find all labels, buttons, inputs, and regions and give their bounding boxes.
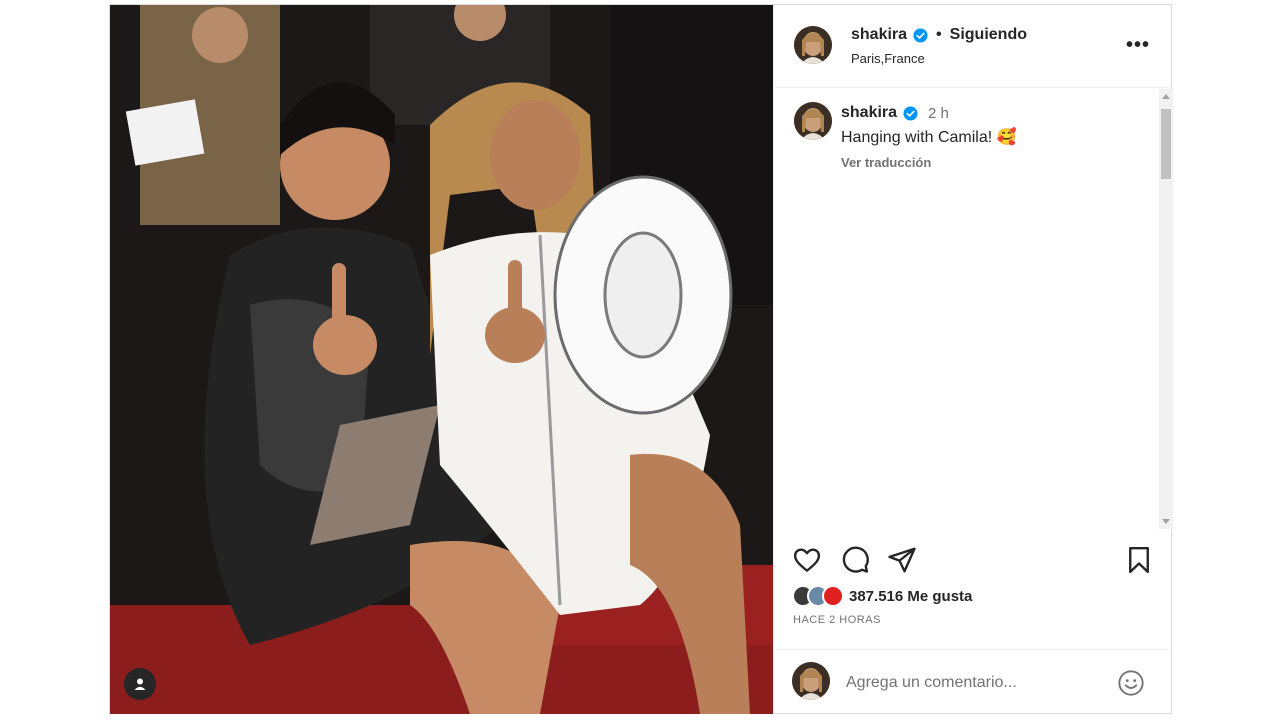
verified-badge-icon [903,105,918,121]
caption-username-link[interactable]: shakira [841,104,897,122]
action-bar [774,545,1173,581]
liker-avatar[interactable] [822,585,844,607]
add-comment-bar [774,649,1173,714]
post-side-panel: shakira • Siguiendo Paris,France ••• sha… [773,5,1173,714]
post-header: shakira • Siguiendo Paris,France ••• [774,5,1172,88]
avatar-image [794,26,832,64]
likes-row: 387.516 Me gusta [792,585,972,607]
post-photo[interactable] [110,5,773,714]
verified-badge-icon [913,27,928,43]
share-icon [888,547,916,573]
scroll-up-arrow-icon[interactable] [1162,94,1170,99]
comment-icon [842,546,869,573]
post-timestamp[interactable]: HACE 2 HORAS [793,614,881,626]
caption-time[interactable]: 2 h [928,105,949,122]
like-button[interactable] [792,545,822,575]
scrollbar-thumb[interactable] [1161,109,1171,179]
comments-area[interactable]: shakira 2 h Hanging with Camila! 🥰 Ver t… [774,89,1173,529]
likes-count[interactable]: 387.516 Me gusta [849,588,972,605]
avatar[interactable] [794,102,832,140]
location-link[interactable]: Paris,France [851,51,925,66]
more-options-button[interactable]: ••• [1126,35,1150,55]
avatar [792,662,830,700]
username-link[interactable]: shakira [851,26,907,44]
caption-text: Hanging with Camila! 🥰 [841,129,1017,146]
separator-dot: • [936,26,942,43]
comment-button[interactable] [840,545,870,575]
caption-user-line: shakira 2 h [841,104,949,122]
following-button[interactable]: Siguiendo [950,26,1027,44]
more-options-icon: ••• [1125,34,1150,56]
instagram-post: shakira • Siguiendo Paris,France ••• sha… [109,4,1173,714]
comment-input[interactable] [846,672,1096,694]
see-translation-link[interactable]: Ver traducción [841,155,931,170]
bookmark-icon [1129,546,1149,574]
avatar-image [792,662,830,700]
emoji-button[interactable] [1117,669,1145,697]
heart-icon [793,548,821,572]
avatar[interactable] [794,26,832,64]
emoji-icon [1118,670,1144,696]
comments-scrollbar[interactable] [1159,89,1173,529]
share-button[interactable] [887,545,917,575]
scroll-down-arrow-icon[interactable] [1162,519,1170,524]
header-user-line: shakira • Siguiendo [851,26,1027,44]
tag-button[interactable] [124,668,156,700]
avatar-image [794,102,832,140]
save-button[interactable] [1124,545,1154,575]
user-tag-icon [134,678,146,690]
post-image [110,5,773,714]
